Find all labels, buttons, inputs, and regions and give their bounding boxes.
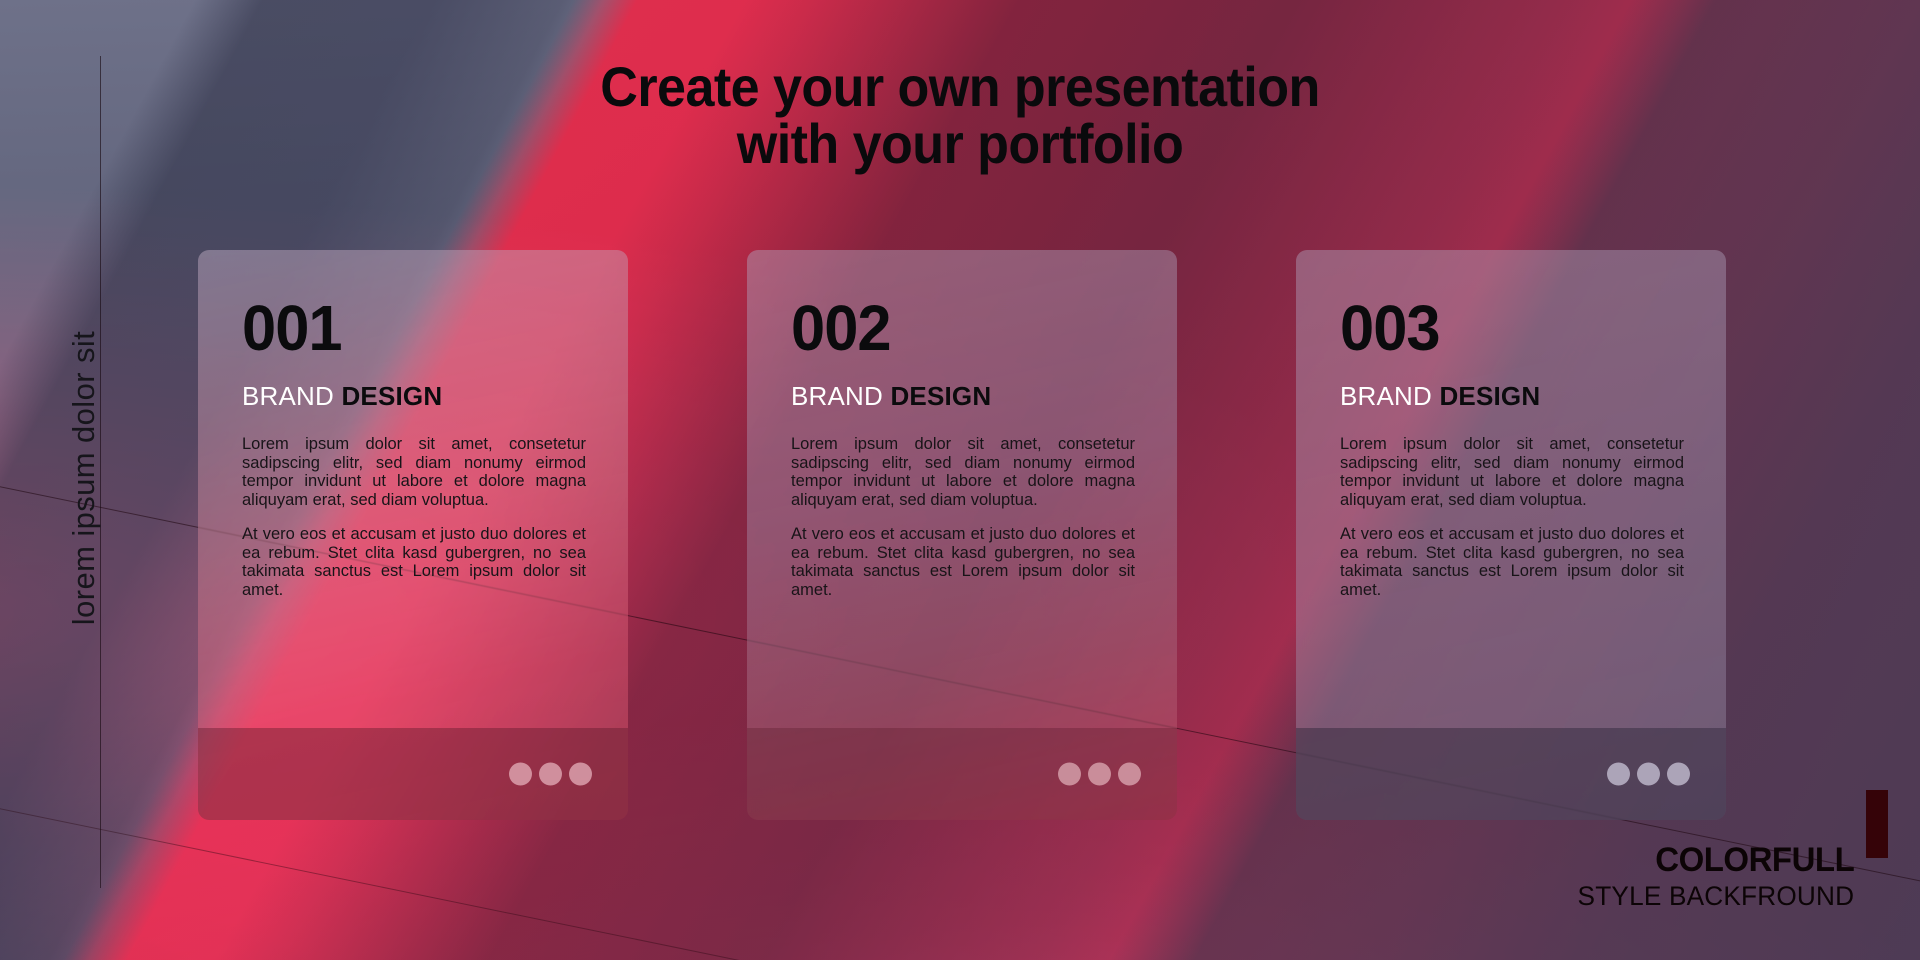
card-003-footer bbox=[1296, 728, 1726, 820]
card-003-body: 003 BRAND DESIGN Lorem ipsum dolor sit a… bbox=[1296, 250, 1726, 728]
card-002-subtitle-light: BRAND bbox=[791, 381, 884, 412]
brand-mark: COLORFULL STYLE BACKFROUND bbox=[1569, 790, 1888, 910]
brand-text: COLORFULL STYLE BACKFROUND bbox=[1569, 843, 1888, 910]
slide-canvas: lorem ipsum dolor sit Create your own pr… bbox=[0, 0, 1920, 960]
card-002-dots[interactable] bbox=[1058, 762, 1141, 786]
card-002-subtitle: BRAND DESIGN bbox=[791, 383, 1135, 409]
card-001-subtitle-light: BRAND bbox=[242, 381, 335, 412]
card-003-paragraph-1: Lorem ipsum dolor sit amet, consetetur s… bbox=[1340, 435, 1684, 509]
card-001-subtitle: BRAND DESIGN bbox=[242, 383, 586, 409]
card-002-number: 002 bbox=[791, 292, 892, 364]
dot-indicator[interactable] bbox=[539, 762, 562, 786]
page-title-line-1: Create your own presentation bbox=[600, 55, 1320, 118]
brand-accent-bar bbox=[1866, 790, 1888, 858]
card-001-paragraph-2: At vero eos et accusam et justo duo dolo… bbox=[242, 525, 586, 599]
card-003-paragraph-2: At vero eos et accusam et justo duo dolo… bbox=[1340, 525, 1684, 599]
card-002-paragraph-1: Lorem ipsum dolor sit amet, consetetur s… bbox=[791, 435, 1135, 509]
card-001-subtitle-bold: DESIGN bbox=[341, 381, 443, 412]
page-title-line-2: with your portfolio bbox=[736, 112, 1184, 176]
dot-indicator[interactable] bbox=[1637, 762, 1660, 786]
card-001-footer bbox=[198, 728, 628, 820]
card-003-subtitle-bold: DESIGN bbox=[1439, 381, 1541, 412]
card-003-dots[interactable] bbox=[1607, 762, 1690, 786]
dot-indicator[interactable] bbox=[1607, 762, 1630, 786]
side-rail-label: lorem ipsum dolor sit bbox=[66, 330, 101, 626]
card-002-body: 002 BRAND DESIGN Lorem ipsum dolor sit a… bbox=[747, 250, 1177, 728]
card-002-paragraph-2: At vero eos et accusam et justo duo dolo… bbox=[791, 525, 1135, 599]
card-001-dots[interactable] bbox=[509, 762, 592, 786]
card-001[interactable]: 001 BRAND DESIGN Lorem ipsum dolor sit a… bbox=[198, 250, 628, 820]
card-002-subtitle-bold: DESIGN bbox=[890, 381, 992, 412]
dot-indicator[interactable] bbox=[1088, 762, 1111, 786]
dot-indicator[interactable] bbox=[1058, 762, 1081, 786]
card-003-subtitle: BRAND DESIGN bbox=[1340, 383, 1684, 409]
dot-indicator[interactable] bbox=[1118, 762, 1141, 786]
card-001-paragraph-1: Lorem ipsum dolor sit amet, consetetur s… bbox=[242, 435, 586, 509]
card-001-number: 001 bbox=[242, 292, 343, 364]
brand-name: COLORFULL bbox=[1655, 841, 1854, 879]
page-title: Create your own presentation with your p… bbox=[67, 58, 1853, 172]
card-003-number: 003 bbox=[1340, 292, 1441, 364]
dot-indicator[interactable] bbox=[569, 762, 592, 786]
brand-tagline: STYLE BACKFROUND bbox=[1577, 881, 1854, 911]
card-001-body: 001 BRAND DESIGN Lorem ipsum dolor sit a… bbox=[198, 250, 628, 728]
dot-indicator[interactable] bbox=[509, 762, 532, 786]
card-002[interactable]: 002 BRAND DESIGN Lorem ipsum dolor sit a… bbox=[747, 250, 1177, 820]
card-003[interactable]: 003 BRAND DESIGN Lorem ipsum dolor sit a… bbox=[1296, 250, 1726, 820]
card-list: 001 BRAND DESIGN Lorem ipsum dolor sit a… bbox=[198, 250, 1726, 820]
card-003-subtitle-light: BRAND bbox=[1340, 381, 1433, 412]
card-002-footer bbox=[747, 728, 1177, 820]
dot-indicator[interactable] bbox=[1667, 762, 1690, 786]
